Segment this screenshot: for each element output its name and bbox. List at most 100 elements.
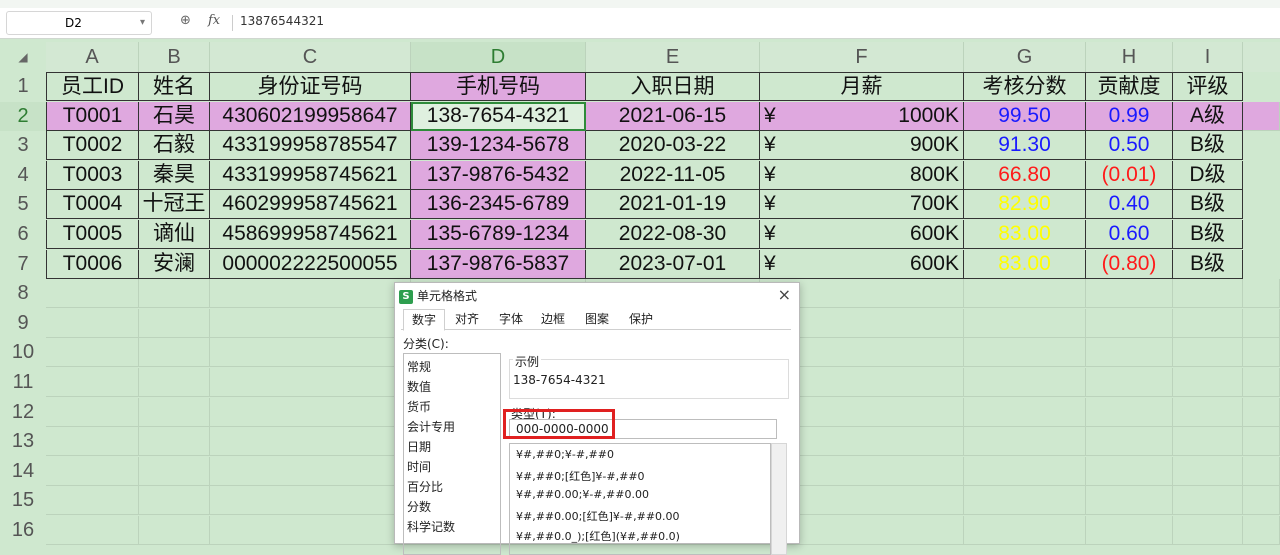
cell-e2[interactable]: 2021-06-15: [586, 101, 760, 131]
empty-cell[interactable]: [964, 338, 1086, 368]
cell-e7[interactable]: 2023-07-01: [586, 249, 760, 279]
cell-b6[interactable]: 谪仙: [139, 220, 210, 249]
empty-cell[interactable]: [964, 486, 1086, 516]
empty-cell[interactable]: [46, 427, 139, 457]
column-header-c[interactable]: C: [210, 42, 411, 72]
cell-a6[interactable]: T0005: [46, 220, 139, 249]
cell-e6[interactable]: 2022-08-30: [586, 220, 760, 249]
category-item[interactable]: 会计专用: [407, 418, 455, 435]
empty-cell[interactable]: [1086, 397, 1173, 427]
cell-i3[interactable]: B级: [1173, 131, 1243, 161]
cell-h6[interactable]: 0.60: [1086, 220, 1173, 249]
empty-cell[interactable]: [46, 279, 139, 309]
empty-cell[interactable]: [1173, 456, 1243, 486]
empty-cell[interactable]: [139, 308, 210, 338]
empty-cell[interactable]: [1086, 308, 1173, 338]
tab-0[interactable]: 数字: [403, 309, 446, 331]
empty-cell[interactable]: [210, 486, 411, 516]
category-item[interactable]: 分数: [407, 498, 431, 515]
empty-cell[interactable]: [1243, 368, 1280, 397]
cell-f1[interactable]: 月薪: [760, 72, 964, 101]
cell-b7[interactable]: 安澜: [139, 249, 210, 279]
empty-cell[interactable]: [1173, 427, 1243, 457]
empty-cell[interactable]: [1086, 456, 1173, 486]
cell-i2[interactable]: A级: [1173, 101, 1243, 131]
cell-i6[interactable]: B级: [1173, 220, 1243, 249]
cell-b1[interactable]: 姓名: [139, 72, 210, 101]
empty-cell[interactable]: [1173, 486, 1243, 516]
column-header-b[interactable]: B: [139, 42, 210, 72]
tab-5[interactable]: 保护: [621, 309, 661, 329]
cell-d7[interactable]: 137-9876-5837: [411, 249, 586, 279]
empty-cell[interactable]: [46, 516, 139, 545]
empty-cell[interactable]: [1086, 486, 1173, 516]
tab-1[interactable]: 对齐: [447, 309, 487, 329]
cell-c5[interactable]: 460299958745621: [210, 190, 411, 220]
empty-cell[interactable]: [1086, 368, 1173, 397]
empty-cell[interactable]: [46, 338, 139, 368]
empty-cell[interactable]: [139, 427, 210, 457]
row-header-7[interactable]: 7: [0, 250, 46, 279]
empty-cell[interactable]: [210, 427, 411, 457]
empty-cell[interactable]: [1173, 279, 1243, 309]
empty-cell[interactable]: [210, 308, 411, 338]
row-header-15[interactable]: 15: [0, 486, 46, 515]
empty-cell[interactable]: [1243, 308, 1280, 338]
cell-g5[interactable]: 82.90: [964, 190, 1086, 220]
cell-a3[interactable]: T0002: [46, 131, 139, 161]
empty-cell[interactable]: [964, 279, 1086, 309]
empty-cell[interactable]: [1086, 516, 1173, 545]
cell-c4[interactable]: 433199958745621: [210, 160, 411, 190]
cell-d6[interactable]: 135-6789-1234: [411, 220, 586, 249]
empty-cell[interactable]: [964, 427, 1086, 457]
empty-cell[interactable]: [139, 279, 210, 309]
row-header-2[interactable]: 2: [0, 101, 46, 131]
empty-cell[interactable]: [210, 456, 411, 486]
empty-cell[interactable]: [46, 456, 139, 486]
cell-i1[interactable]: 评级: [1173, 72, 1243, 101]
cell-e3[interactable]: 2020-03-22: [586, 131, 760, 161]
empty-cell[interactable]: [964, 368, 1086, 397]
empty-cell[interactable]: [46, 486, 139, 516]
zoom-icon[interactable]: ⊕: [180, 13, 191, 28]
cell-d1[interactable]: 手机号码: [411, 72, 586, 101]
empty-cell[interactable]: [1243, 427, 1280, 457]
cell-g6[interactable]: 83.00: [964, 220, 1086, 249]
empty-cell[interactable]: [139, 397, 210, 427]
empty-cell[interactable]: [1243, 516, 1280, 545]
column-header-i[interactable]: I: [1173, 42, 1243, 72]
cell-f6[interactable]: ¥600K: [760, 220, 964, 249]
row-header-9[interactable]: 9: [0, 309, 46, 338]
cell-e5[interactable]: 2021-01-19: [586, 190, 760, 220]
empty-cell[interactable]: [210, 368, 411, 397]
cell-g7[interactable]: 83.00: [964, 249, 1086, 279]
empty-cell[interactable]: [210, 397, 411, 427]
cell-g3[interactable]: 91.30: [964, 131, 1086, 161]
cell-g4[interactable]: 66.80: [964, 160, 1086, 190]
name-box[interactable]: D2 ▾: [6, 11, 152, 35]
empty-cell[interactable]: [139, 456, 210, 486]
cell-f5[interactable]: ¥700K: [760, 190, 964, 220]
cell-i7[interactable]: B级: [1173, 249, 1243, 279]
empty-cell[interactable]: [964, 308, 1086, 338]
column-header-f[interactable]: F: [760, 42, 964, 72]
select-all-corner[interactable]: ◢: [0, 42, 46, 72]
cell-c2[interactable]: 430602199958647: [210, 101, 411, 131]
cell-h4[interactable]: (0.01): [1086, 160, 1173, 190]
empty-cell[interactable]: [139, 338, 210, 368]
cell-h1[interactable]: 贡献度: [1086, 72, 1173, 101]
category-item[interactable]: 日期: [407, 438, 431, 455]
row-header-1[interactable]: 1: [0, 72, 46, 101]
column-header-d[interactable]: D: [411, 42, 586, 74]
tab-4[interactable]: 图案: [577, 309, 617, 329]
row-header-13[interactable]: 13: [0, 427, 46, 456]
column-header-e[interactable]: E: [586, 42, 760, 72]
cell-b4[interactable]: 秦昊: [139, 160, 210, 190]
category-item[interactable]: 百分比: [407, 478, 443, 495]
empty-cell[interactable]: [46, 397, 139, 427]
row-header-16[interactable]: 16: [0, 516, 46, 545]
tab-3[interactable]: 边框: [533, 309, 573, 329]
empty-cell[interactable]: [1243, 338, 1280, 368]
cell-h7[interactable]: (0.80): [1086, 249, 1173, 279]
format-list[interactable]: ¥#,##0;¥-#,##0 ¥#,##0;[红色]¥-#,##0 ¥#,##0.0…: [509, 443, 771, 555]
